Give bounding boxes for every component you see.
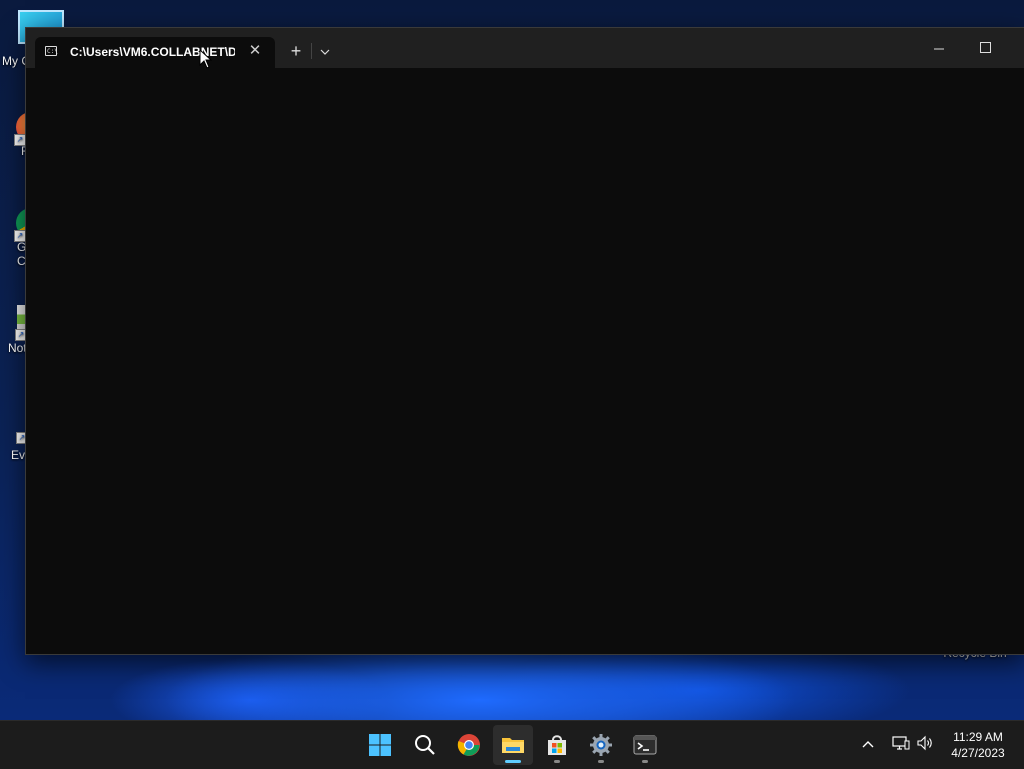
search-icon bbox=[415, 735, 435, 755]
show-hidden-icons-button[interactable] bbox=[862, 735, 874, 751]
clock-time: 11:29 AM bbox=[953, 730, 1003, 744]
clock-date: 4/27/2023 bbox=[951, 746, 1005, 760]
tab-dropdown-button[interactable] bbox=[314, 40, 336, 62]
taskbar-microsoft-store[interactable] bbox=[537, 725, 577, 765]
tab-terminal[interactable]: C:\ C:\Users\VM6.COLLABNET\Dc ✕ bbox=[35, 37, 275, 68]
chevron-up-icon bbox=[862, 741, 874, 748]
chrome-icon bbox=[457, 734, 480, 756]
network-icon bbox=[892, 736, 910, 750]
start-button[interactable] bbox=[360, 725, 400, 765]
minimize-icon bbox=[934, 48, 944, 50]
taskbar: 11:29 AM 4/27/2023 bbox=[0, 720, 1024, 769]
running-indicator bbox=[642, 760, 648, 763]
close-icon: ✕ bbox=[248, 42, 262, 59]
plus-icon: + bbox=[290, 41, 302, 61]
close-tab-button[interactable]: ✕ bbox=[245, 41, 265, 61]
terminal-window: C:\ C:\Users\VM6.COLLABNET\Dc ✕ + bbox=[25, 27, 1024, 655]
cmd-icon: C:\ bbox=[45, 46, 58, 56]
terminal-content[interactable] bbox=[26, 68, 1024, 654]
windows-start-icon bbox=[369, 734, 391, 756]
terminal-icon bbox=[633, 735, 657, 755]
store-icon bbox=[548, 735, 566, 755]
title-bar[interactable]: C:\ C:\Users\VM6.COLLABNET\Dc ✕ + bbox=[26, 28, 1024, 68]
taskbar-chrome[interactable] bbox=[449, 725, 489, 765]
volume-button[interactable] bbox=[916, 735, 934, 754]
speaker-icon bbox=[917, 735, 932, 751]
clock[interactable]: 11:29 AM 4/27/2023 bbox=[940, 729, 1016, 761]
search-button[interactable] bbox=[405, 725, 445, 765]
folder-icon bbox=[502, 738, 524, 753]
chevron-down-icon bbox=[320, 49, 330, 55]
network-button[interactable] bbox=[892, 735, 910, 754]
running-indicator bbox=[598, 760, 604, 763]
taskbar-file-explorer[interactable] bbox=[493, 725, 533, 765]
gear-icon bbox=[590, 734, 612, 756]
minimize-button[interactable] bbox=[916, 28, 962, 68]
maximize-button[interactable] bbox=[962, 28, 1008, 68]
active-indicator bbox=[505, 760, 521, 763]
running-indicator bbox=[554, 760, 560, 763]
taskbar-settings[interactable] bbox=[581, 725, 621, 765]
taskbar-terminal[interactable] bbox=[625, 725, 665, 765]
new-tab-button[interactable]: + bbox=[284, 40, 308, 62]
divider bbox=[311, 43, 312, 59]
maximize-icon bbox=[979, 42, 991, 54]
mouse-cursor-icon bbox=[199, 49, 213, 69]
